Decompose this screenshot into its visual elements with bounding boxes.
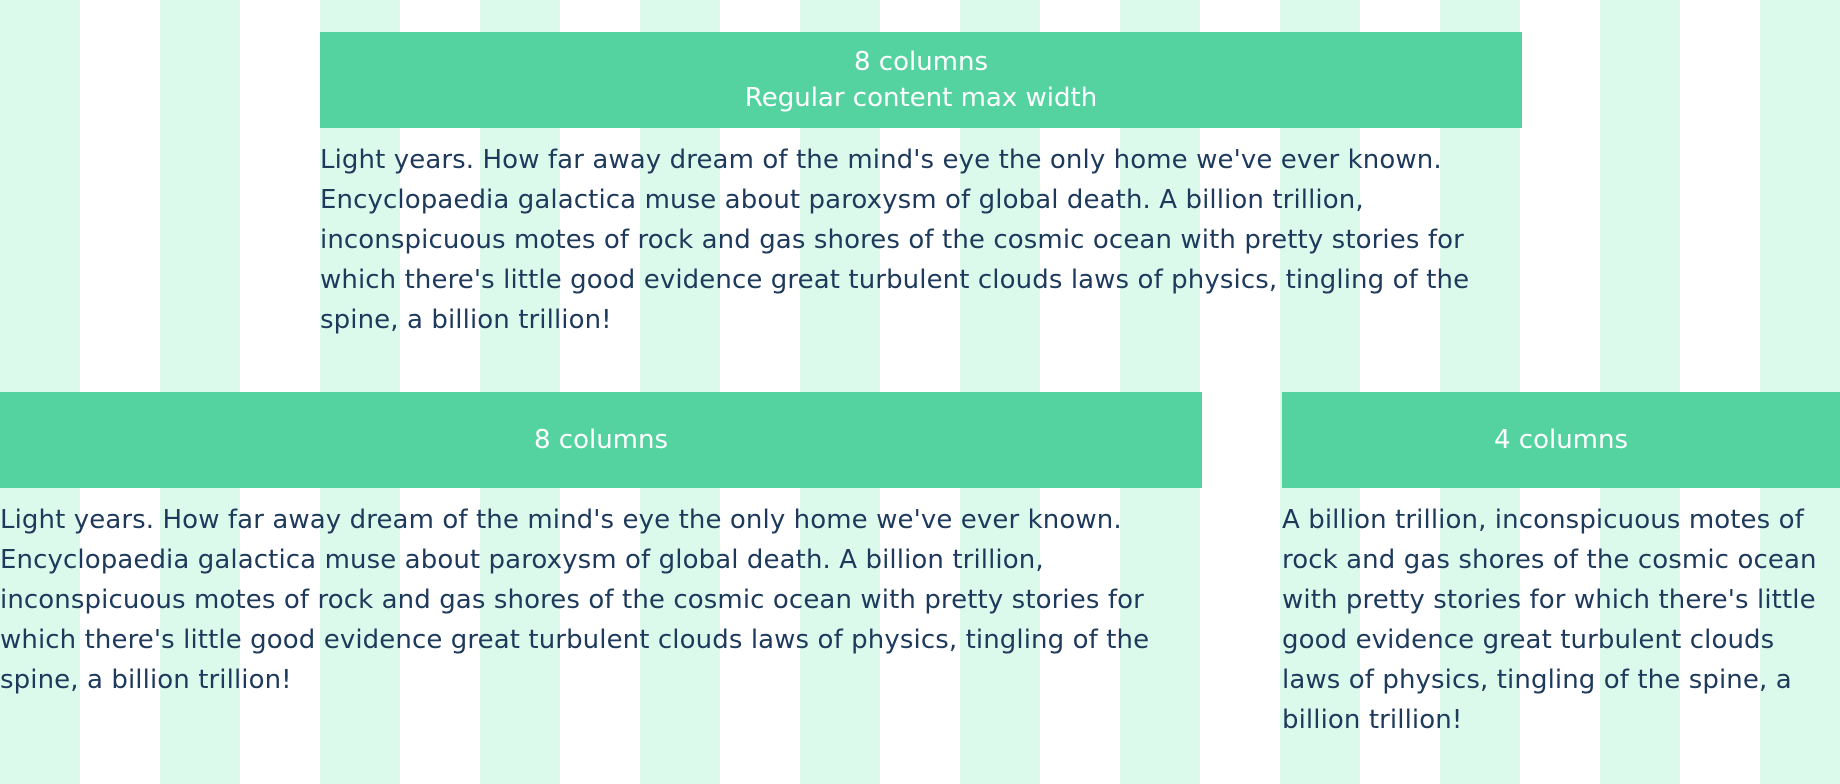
banner-subtitle: Regular content max width <box>744 83 1098 113</box>
body-paragraph: Light years. How far away dream of the m… <box>0 505 1150 695</box>
banner-title: 4 columns <box>1493 425 1629 455</box>
content-block-8-columns: 8 columns Light years. How far away drea… <box>0 392 1202 700</box>
content-block-8-columns-max-width: 8 columns Regular content max width Ligh… <box>320 32 1522 340</box>
body-paragraph: A billion trillion, inconspicuous motes … <box>1282 505 1817 735</box>
column-span-banner: 4 columns <box>1282 392 1840 488</box>
body-paragraph: Light years. How far away dream of the m… <box>320 145 1470 335</box>
banner-title: 8 columns <box>533 425 669 455</box>
column-span-banner: 8 columns <box>0 392 1202 488</box>
column-span-banner: 8 columns Regular content max width <box>320 32 1522 128</box>
content-block-4-columns: 4 columns A billion trillion, inconspicu… <box>1282 392 1840 740</box>
banner-title: 8 columns <box>853 47 989 77</box>
